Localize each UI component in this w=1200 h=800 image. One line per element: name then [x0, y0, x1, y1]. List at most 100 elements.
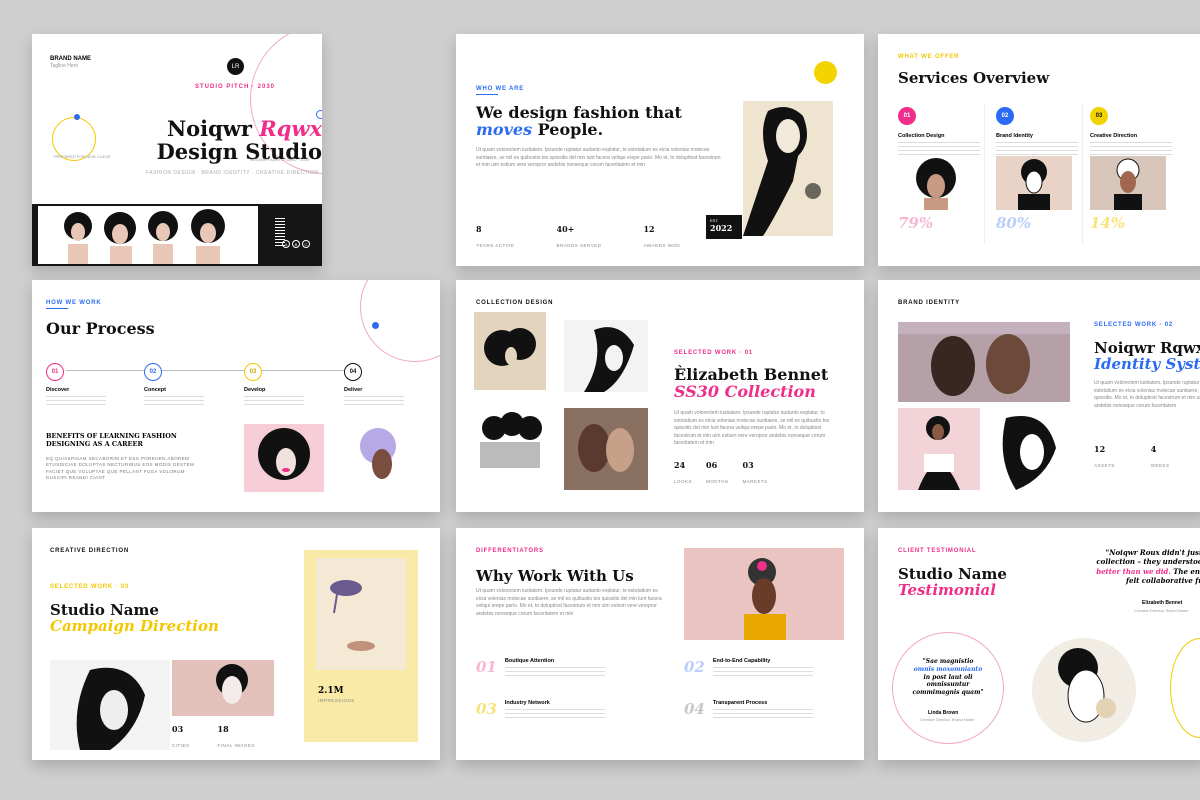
collection-image [564, 408, 648, 490]
step-body [344, 396, 404, 408]
diff-number: 03 [476, 700, 497, 718]
step-title: Concept [144, 387, 166, 393]
service-title: Collection Design [898, 133, 945, 139]
section-label: CREATIVE DIRECTION [50, 548, 129, 554]
stats-row: 03 CITIES 18 FINAL IMAGES [172, 724, 255, 752]
campaign-image [172, 660, 274, 716]
portrait-illustration [340, 424, 420, 492]
slide-creative-direction[interactable]: CREATIVE DIRECTION SELECTED WORK · 03 St… [32, 528, 440, 760]
diff-text: Boutique Attention [504, 658, 605, 677]
step-body [144, 396, 204, 408]
identity-image [898, 322, 1070, 402]
abc-c: C [302, 240, 310, 248]
stat: 12 AWARDS WON [643, 224, 681, 248]
decor-yellow-ring [1170, 638, 1200, 738]
slide-process[interactable]: HOW WE WORK Our Process 01 Discover 02 C… [32, 280, 440, 512]
process-step: 01 Discover [46, 360, 126, 408]
step-number: 02 [144, 363, 162, 381]
logo-badge: LR [227, 58, 244, 75]
quote-author: Elizabeth Bennet [1142, 600, 1183, 606]
quote-role: Creative Director, Brand Name [1134, 608, 1189, 613]
slide-title: Studio Name Testimonial [898, 565, 1007, 600]
slide-brand-identity[interactable]: BRAND IDENTITY SELECTED WORK · 02 Noiqwr… [878, 280, 1200, 512]
cover-illustration [38, 206, 258, 264]
diff-text: End-to-End Capability [712, 658, 813, 677]
bubble-role: Creative Director, Brand Name [920, 717, 975, 722]
step-body [46, 396, 106, 408]
stat: 18 FINAL IMAGES [217, 724, 255, 748]
step-title: Develop [244, 387, 266, 393]
step-body [244, 396, 304, 408]
collection-image [474, 312, 546, 390]
section-label: WHO WE ARE [476, 86, 525, 92]
slide-testimonial[interactable]: CLIENT TESTIMONIAL Studio Name Testimonia… [878, 528, 1200, 760]
col-divider [1082, 104, 1083, 244]
benefit-body: EQ QUIASPISAM SECABORIM ET ESS POREHEN A… [46, 456, 195, 480]
bubble-quote: "Sae magnistio omnis moxomnianto in post… [912, 658, 984, 697]
diff-item: 04 Transparent Process [684, 700, 813, 719]
slide-collection[interactable]: COLLECTION DESIGN SELECTED WORK · 01 Èli… [456, 280, 864, 512]
slide-who-we-are[interactable]: WHO WE ARE We design fashion that moves P… [456, 34, 864, 266]
col-divider [984, 104, 985, 244]
fashion-sketch [743, 101, 833, 236]
identity-image [898, 408, 980, 490]
slide-title: Studio Name Campaign Direction [50, 601, 219, 636]
section-label: HOW WE WORK [46, 300, 102, 306]
impressions-label: IMPRESSIONS [318, 698, 355, 703]
service-number: 01 [898, 107, 916, 125]
slide-title: Èlizabeth Bennet SS30 Collection [674, 365, 829, 402]
slide-services[interactable]: WHAT WE OFFER Services Overview 01 Colle… [878, 34, 1200, 266]
collection-image [564, 320, 648, 392]
step-number: 01 [46, 363, 64, 381]
pitch-label: STUDIO PITCH · 2030 [195, 84, 276, 90]
body-text: Ut quam volorectem iustiatem. Ipsunde ru… [674, 410, 830, 446]
cover-footer: NOIQWR RQWX STUDIO · 2030 [250, 157, 310, 162]
diff-number: 02 [684, 658, 705, 676]
stat: 4 WEEKS [1150, 444, 1170, 468]
stat: 03 MARKETS [742, 460, 768, 484]
service-title: Brand Identity [996, 133, 1033, 139]
process-step: 04 Deliver [344, 360, 424, 408]
decor-yellow-dot [814, 61, 837, 84]
impressions-value: 2.1M [318, 686, 344, 696]
step-number: 03 [244, 363, 262, 381]
decor-blue-dot [74, 114, 80, 120]
slide-why-us[interactable]: DIFFERENTIATORS Why Work With Us Ut quam… [456, 528, 864, 760]
cover-abc: A B C [282, 240, 310, 248]
body-text: Ut quam volorectem iustiatem. Ipsunde ru… [476, 588, 662, 617]
selected-work-label: SELECTED WORK · 03 [50, 584, 130, 590]
service-percent: 14% [1090, 214, 1126, 232]
service-illustration [1090, 156, 1166, 210]
service-col-3: 03 Creative Direction 14% [1090, 104, 1172, 232]
stat: 40+ BRANDS SERVED [556, 224, 602, 248]
service-col-1: 01 Collection Design 79% [898, 104, 980, 232]
service-number: 02 [996, 107, 1014, 125]
label-rule [476, 94, 498, 95]
process-step: 03 Develop [244, 360, 324, 408]
stats-row: 12 ASSETS 4 WEEKS [1094, 444, 1170, 472]
section-label: CLIENT TESTIMONIAL [898, 548, 977, 554]
slide-cover[interactable]: BRAND NAME Tagline Here LR STUDIO PITCH … [32, 34, 322, 266]
campaign-image [50, 660, 170, 750]
brand-name: BRAND NAME [50, 56, 91, 62]
testimonial-portrait [1032, 638, 1136, 742]
service-title: Creative Direction [1090, 133, 1138, 139]
portrait-illustration [244, 424, 324, 492]
slide-title: We design fashion that moves People. [476, 103, 682, 140]
stat: 03 CITIES [172, 724, 190, 748]
stat: 12 ASSETS [1094, 444, 1115, 468]
abc-b: B [292, 240, 300, 248]
stat: 8 YEARS ACTIVE [476, 224, 515, 248]
diff-number: 01 [476, 658, 497, 676]
abc-a: A [282, 240, 290, 248]
step-title: Discover [46, 387, 70, 393]
diff-item: 03 Industry Network [476, 700, 605, 719]
slide-title: Our Process [46, 319, 155, 338]
diff-text: Transparent Process [712, 700, 813, 719]
selected-work-label: SELECTED WORK · 01 [674, 350, 754, 356]
identity-image [986, 408, 1070, 490]
collection-image [474, 398, 546, 468]
service-body [996, 142, 1078, 156]
cover-prepared: PREPARED FOR NEW CLIENT [54, 154, 112, 159]
slide-title: Why Work With Us [476, 567, 634, 585]
